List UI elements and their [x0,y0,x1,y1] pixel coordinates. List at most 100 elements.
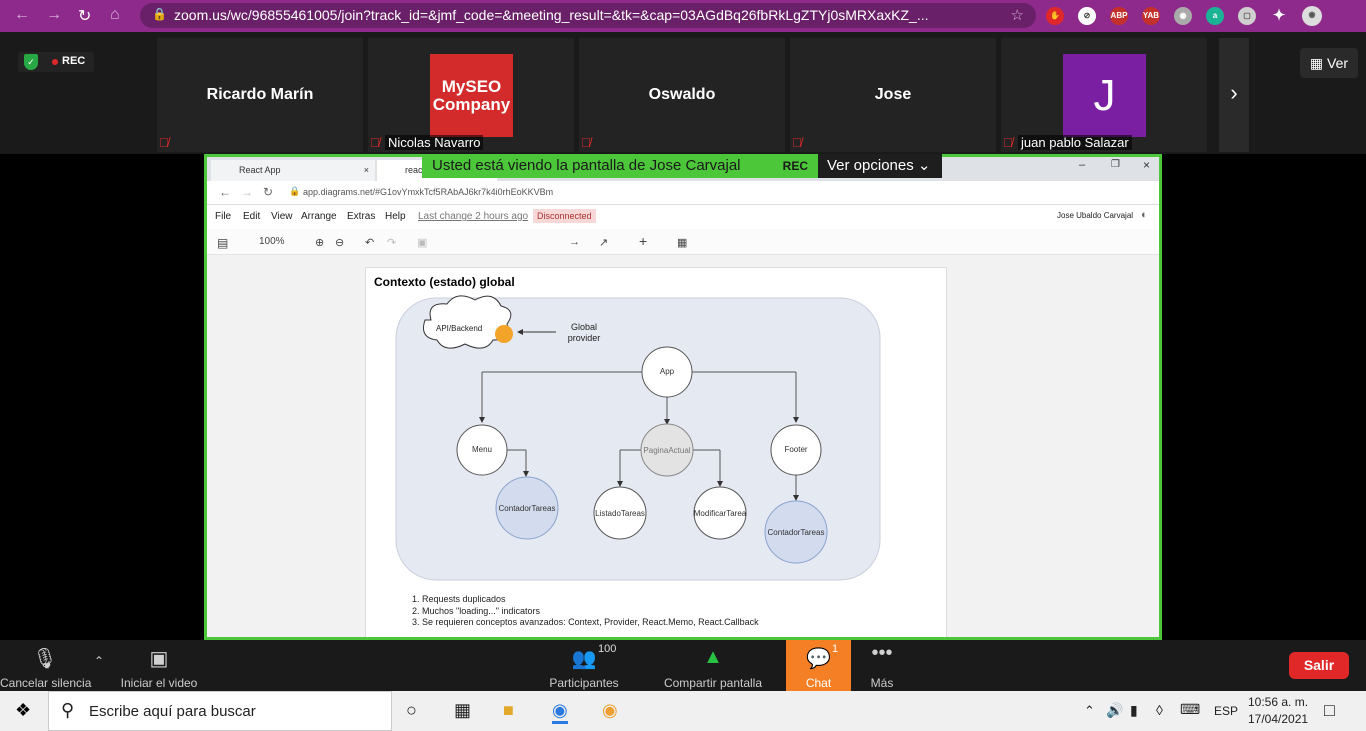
label-api: API/Backend [436,324,483,333]
volume-icon[interactable]: 🔊 [1106,702,1123,719]
participants-button[interactable]: 👥 100 Participantes [540,640,628,691]
view-options-label: Ver opciones [827,157,914,174]
label-pagina: PaginaActual [643,446,691,455]
clock[interactable]: 10:56 a. m. 17/04/2021 [1248,694,1308,728]
view-label: Ver [1327,55,1349,71]
notifications-icon[interactable]: □ [1324,700,1335,721]
extension-stop-icon[interactable]: ✋ [1046,7,1064,25]
extension-camera-icon[interactable]: ◉ [1174,7,1192,25]
more-dots-icon: ••• [871,642,893,664]
keyboard-icon[interactable]: ⌨ [1180,701,1200,718]
participant-name: Oswaldo [648,86,716,103]
start-video-button[interactable]: ▣ Iniciar el video [112,640,206,691]
windows-start-icon[interactable]: ❖ [15,700,31,721]
mic-muted-icon: 🎙̸ [370,135,380,150]
video-strip: ✓ REC Ricardo Marín 🎙̸ MySEO Company 🎙̸ … [0,32,1366,154]
mic-muted-icon: 🎙̸ [792,135,802,150]
reload-icon: ↻ [263,185,274,199]
clock-time: 10:56 a. m. [1248,695,1309,709]
more-button[interactable]: ••• Más [860,640,904,691]
recording-badge: ✓ REC [18,52,94,72]
view-options-button[interactable]: Ver opciones ⌄ [818,154,942,178]
mic-muted-icon: 🎙̸ [159,135,169,150]
cortana-icon[interactable]: ○ [406,700,417,721]
connector-icon: → [569,236,580,248]
label-menu: Menu [471,445,492,454]
sharing-banner: Usted está viendo la pantalla de Jose Ca… [422,154,818,178]
audio-options-chevron-icon[interactable]: ⌃ [94,654,104,668]
share-screen-button[interactable]: ▲ Compartir pantalla [656,640,770,691]
windows-taskbar: ❖ ⚲ Escribe aquí para buscar ○ ▦ ■ ◉ ◉ ⌃… [0,691,1366,731]
menu-edit: Edit [243,211,261,222]
meeting-controls: 🎙 Cancelar silencia ⌃ ▣ Iniciar el video… [0,640,1366,691]
taskbar-search[interactable]: ⚲ Escribe aquí para buscar [48,691,392,731]
next-page-arrow-icon[interactable]: › [1219,38,1249,152]
redo-icon: ↷ [387,237,397,249]
menu-arrange: Arrange [301,211,337,222]
zoom-level: 100% [259,236,285,247]
firefox-icon[interactable]: ◉ [602,700,618,721]
mic-muted-icon: 🎙̸ [1003,135,1013,150]
lock-icon: 🔒 [289,186,301,196]
home-icon[interactable]: ⌂ [110,6,120,24]
chevron-down-icon: ⌄ [917,157,931,174]
wifi-icon[interactable]: ◊ [1156,702,1163,718]
back-icon[interactable]: ← [14,6,30,24]
forward-icon[interactable]: → [46,6,62,24]
extension-block-icon[interactable]: ⊘ [1078,7,1096,25]
chat-button[interactable]: 💬 1 Chat [786,640,851,691]
shield-icon: ✓ [24,54,38,70]
participant-logo: MySEO Company [430,54,513,137]
participant-tile-oswaldo[interactable]: Oswaldo 🎙̸ [579,38,785,152]
reload-icon[interactable]: ↻ [78,6,91,26]
menu-help: Help [385,211,406,222]
view-button[interactable]: ▦ Ver [1300,48,1358,78]
language-indicator[interactable]: ESP [1214,704,1238,718]
extension-cube-icon[interactable]: ▢ [1238,7,1256,25]
label-listado: ListadoTareas [595,509,645,518]
delete-icon: ▣ [417,237,428,249]
sharing-banner-text: Usted está viendo la pantalla de Jose Ca… [432,157,741,174]
battery-icon[interactable]: ▮ [1130,702,1138,719]
notes-list: Requests duplicados Muchos "loading..." … [422,594,759,629]
recording-dot-icon [52,59,58,65]
menu-extras: Extras [347,211,376,222]
participant-tile-juan[interactable]: J 🎙̸ juan pablo Salazar [1001,38,1207,152]
chrome-icon[interactable]: ◉ [552,700,568,724]
diagram-page: Contexto (estado) global API/Backend Glo… [365,267,947,637]
extensions-puzzle-icon[interactable]: ✦ [1270,7,1288,25]
leave-button[interactable]: Salir [1289,652,1349,679]
file-explorer-icon[interactable]: ■ [503,700,514,721]
note-item: Muchos "loading..." indicators [422,606,759,618]
window-close-icon: × [1143,158,1151,172]
back-icon: ← [219,185,231,199]
label-footer: Footer [784,445,808,454]
task-view-icon[interactable]: ▦ [454,700,471,721]
table-icon: ▦ [677,237,688,249]
status-badge: Disconnected [533,209,596,223]
lock-icon: 🔒 [152,7,167,21]
profile-avatar-icon[interactable]: ◉ [1302,6,1322,26]
address-bar[interactable]: 🔒 zoom.us/wc/96855461005/join?track_id=&… [140,3,1036,28]
participant-label: juan pablo Salazar [1018,135,1132,150]
extension-a-icon[interactable]: a [1206,7,1224,25]
drawio-canvas: Contexto (estado) global API/Backend Glo… [207,255,1159,637]
avatar: J [1063,54,1146,137]
window-restore-icon: ❐ [1111,159,1120,170]
unmute-button[interactable]: 🎙 Cancelar silencia [0,640,91,691]
mic-muted-icon: 🎙̸ [581,135,591,150]
insert-plus-icon: + [639,233,648,249]
tray-chevron-icon[interactable]: ⌃ [1084,703,1095,719]
bookmark-star-icon[interactable]: ☆ [1011,6,1024,24]
banner-rec: REC [782,159,808,173]
participant-tile-jose[interactable]: Jose 🎙̸ [790,38,996,152]
last-change: Last change 2 hours ago [418,211,529,222]
user-name: Jose Ubaldo Carvajal [1057,211,1134,220]
participant-tile-nicolas[interactable]: MySEO Company 🎙̸ Nicolas Navarro [368,38,574,152]
close-icon: × [363,165,369,175]
participant-tile-ricardo[interactable]: Ricardo Marín 🎙̸ [157,38,363,152]
extension-abp-icon[interactable]: ABP [1110,7,1128,25]
drawio-toolbar: ▤ 100% ⊕ ⊖ ↶ ↷ ▣ → ↗ + ▦ [207,229,1159,255]
format-panel-icon: ▤ [217,236,229,250]
extension-yab-icon[interactable]: YAB [1142,7,1160,25]
